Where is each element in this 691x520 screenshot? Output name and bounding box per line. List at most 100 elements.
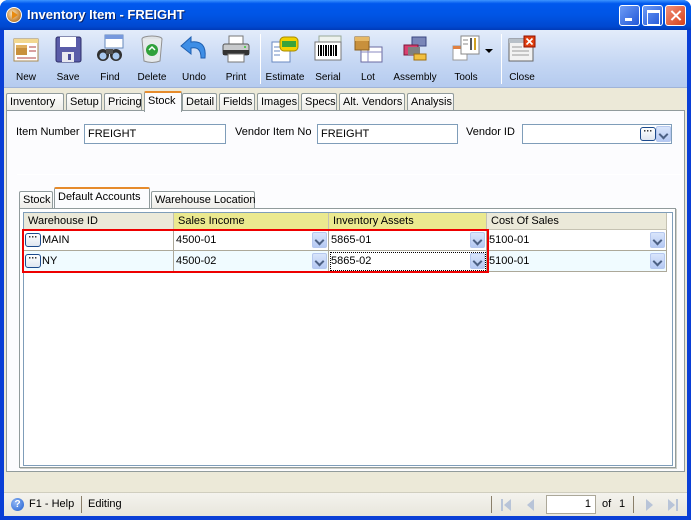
item-number-input[interactable]: FREIGHT [84,124,226,144]
assembly-label: Assembly [393,72,437,83]
find-label: Find [100,72,120,83]
page-number-input[interactable]: 1 [546,495,596,514]
vendor-item-no-input[interactable]: FREIGHT [317,124,458,144]
window-title: Inventory Item - FREIGHT [27,7,185,22]
tab-pricing[interactable]: Pricing [104,93,142,111]
subtab-default-accounts[interactable]: Default Accounts [54,187,150,208]
close-label: Close [509,72,535,83]
save-label: Save [56,72,80,83]
print-button[interactable]: Print [218,32,254,86]
help-text[interactable]: F1 - Help [29,498,74,510]
tab-specs[interactable]: Specs [301,93,337,111]
tools-label: Tools [454,72,478,83]
estimate-icon [271,36,299,63]
cell-cost-of-sales[interactable]: 5100-01 [487,251,667,272]
serial-button[interactable]: Serial [310,32,346,86]
tab-analysis[interactable]: Analysis [407,93,454,111]
last-page-icon[interactable] [668,499,678,511]
pager-separator [491,496,492,513]
tab-fields[interactable]: Fields [219,93,255,111]
divider [17,174,682,175]
warehouse-lookup-button[interactable]: ··· [25,233,41,247]
tools-button[interactable]: Tools [444,32,488,86]
cost-of-sales-dropdown-button[interactable] [650,232,665,248]
next-page-icon[interactable] [644,499,654,511]
cell-inventory-assets[interactable]: 5865-02 [329,251,487,272]
vendor-id-lookup-button[interactable]: ··· [640,127,656,141]
stock-tab-panel: Item Number FREIGHT Vendor Item No FREIG… [6,110,685,472]
toolbar: New Save Find Delete Undo Print Estimate… [4,30,687,88]
sales-income-dropdown-button[interactable] [312,232,327,248]
find-button[interactable]: Find [92,32,128,86]
cell-inventory-assets[interactable]: 5865-01 [329,230,487,251]
serial-label: Serial [315,72,341,83]
item-number-label: Item Number [16,126,80,138]
sales-income-dropdown-button[interactable] [312,253,327,269]
estimate-label: Estimate [265,72,305,83]
new-label: New [15,72,36,83]
inventory-assets-dropdown-button[interactable] [470,232,485,248]
tools-icon [452,35,480,61]
column-header-cost-of-sales[interactable]: Cost Of Sales [487,213,667,230]
tab-inventory[interactable]: Inventory [6,93,64,111]
close-window-button[interactable] [665,5,686,26]
tab-alt-vendors[interactable]: Alt. Vendors [339,93,405,111]
of-label: of [602,498,612,510]
app-icon [6,7,22,23]
undo-arrow-icon [180,35,206,59]
print-label: Print [225,72,247,83]
estimate-button[interactable]: Estimate [264,32,306,86]
subtab-warehouse-location[interactable]: Warehouse Location [151,191,256,209]
assembly-icon [403,36,427,61]
new-item-icon [13,38,39,62]
default-accounts-grid: Warehouse ID Sales Income Inventory Asse… [22,212,673,466]
inventory-assets-dropdown-button[interactable] [470,253,485,269]
subtab-stock[interactable]: Stock [19,191,53,209]
cell-cost-of-sales[interactable]: 5100-01 [487,230,667,251]
vendor-id-label: Vendor ID [466,126,515,138]
toolbar-separator [501,34,502,84]
undo-button[interactable]: Undo [176,32,212,86]
tab-images[interactable]: Images [257,93,299,111]
tab-setup[interactable]: Setup [66,93,102,111]
column-header-warehouse-id[interactable]: Warehouse ID [24,213,174,230]
lot-button[interactable]: Lot [350,32,386,86]
maximize-button[interactable] [642,5,663,26]
default-accounts-panel: Warehouse ID Sales Income Inventory Asse… [19,208,676,468]
column-header-inventory-assets[interactable]: Inventory Assets [329,213,487,230]
pager-separator [633,496,634,513]
lot-box-icon [354,36,383,63]
delete-button[interactable]: Delete [134,32,170,86]
inventory-item-window: Inventory Item - FREIGHT New Save Find D… [0,0,691,520]
column-header-sales-income[interactable]: Sales Income [174,213,329,230]
binoculars-icon [97,34,124,61]
cell-warehouse-id[interactable]: MAIN [24,230,174,251]
cell-warehouse-id[interactable]: NY [24,251,174,272]
tab-stock[interactable]: Stock [144,91,182,112]
tab-detail[interactable]: Detail [182,93,217,111]
cell-sales-income[interactable]: 4500-01 [174,230,329,251]
lot-label: Lot [361,72,375,83]
title-bar[interactable]: Inventory Item - FREIGHT [0,0,691,30]
barcode-icon [314,35,342,61]
new-button[interactable]: New [8,32,44,86]
previous-page-icon[interactable] [526,499,536,511]
tools-dropdown-caret-icon[interactable] [485,49,493,53]
close-window-icon [508,35,536,62]
toolbar-separator [260,34,261,84]
cell-sales-income[interactable]: 4500-02 [174,251,329,272]
client-area: New Save Find Delete Undo Print Estimate… [4,30,687,516]
warehouse-lookup-button[interactable]: ··· [25,254,41,268]
save-button[interactable]: Save [50,32,86,86]
status-separator [81,496,82,513]
assembly-button[interactable]: Assembly [392,32,438,86]
undo-label: Undo [182,72,206,83]
close-button[interactable]: Close [504,32,540,86]
minimize-button[interactable] [619,5,640,26]
floppy-disk-icon [55,36,82,63]
vendor-id-dropdown-button[interactable] [656,126,671,142]
cost-of-sales-dropdown-button[interactable] [650,253,665,269]
help-icon[interactable]: ? [11,498,24,511]
first-page-icon[interactable] [501,499,511,511]
recycle-bin-icon [141,35,163,63]
